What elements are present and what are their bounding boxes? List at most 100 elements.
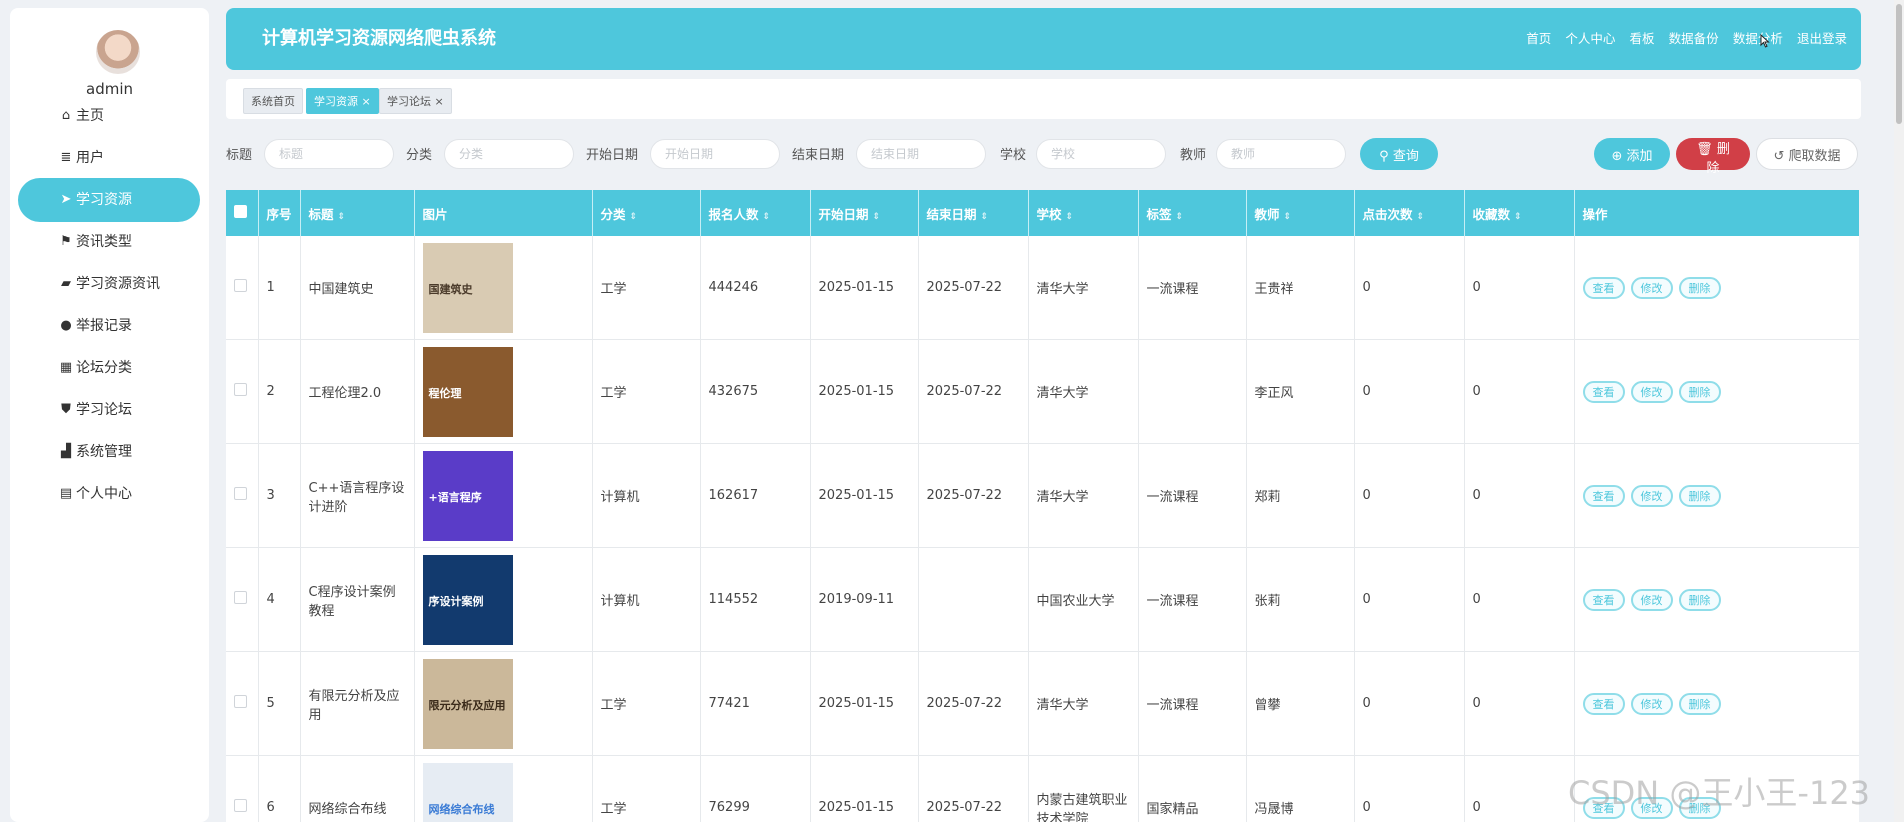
sidebar-item-8[interactable]: ▟ 系统管理 bbox=[18, 430, 200, 474]
course-thumbnail[interactable]: 限元分析及应用 bbox=[422, 658, 513, 749]
col-teacher[interactable]: 教师 ⇕ bbox=[1246, 190, 1355, 236]
row-checkbox[interactable] bbox=[226, 755, 259, 822]
sidebar-item-9[interactable]: ▤ 个人中心 bbox=[18, 472, 200, 516]
thumbnail-text: 限元分析及应用 bbox=[428, 698, 506, 712]
edit-button[interactable]: 修改 bbox=[1630, 692, 1673, 715]
row-checkbox[interactable] bbox=[226, 443, 259, 548]
view-button[interactable]: 查看 bbox=[1582, 380, 1625, 403]
edit-button[interactable]: 修改 bbox=[1630, 276, 1673, 299]
cell-image: +语言程序 bbox=[414, 443, 593, 548]
cell-no: 1 bbox=[258, 236, 301, 340]
tab-learning-forum[interactable]: 学习论坛 × bbox=[379, 88, 452, 114]
cell-school: 清华大学 bbox=[1028, 236, 1139, 340]
header: 计算机学习资源网络爬虫系统 首页 个人中心 看板 数据备份 数据分析 退出登录 bbox=[226, 8, 1861, 70]
course-thumbnail[interactable]: 序设计案例 bbox=[422, 554, 513, 645]
nav-profile[interactable]: 个人中心 bbox=[1565, 31, 1615, 46]
teacher-label: 教师 bbox=[1180, 148, 1207, 163]
nav-home[interactable]: 首页 bbox=[1526, 31, 1551, 46]
school-input[interactable] bbox=[1036, 139, 1166, 169]
delete-row-button[interactable]: 删除 bbox=[1678, 484, 1721, 507]
sidebar-item-3[interactable]: ⚑ 资讯类型 bbox=[18, 220, 200, 264]
cell-clicks: 0 bbox=[1354, 443, 1465, 548]
nav-logout[interactable]: 退出登录 bbox=[1797, 31, 1847, 46]
sidebar-item-6[interactable]: ▦ 论坛分类 bbox=[18, 346, 200, 390]
nav-analysis[interactable]: 数据分析 bbox=[1733, 31, 1783, 46]
cell-clicks: 0 bbox=[1354, 651, 1465, 756]
view-button[interactable]: 查看 bbox=[1582, 588, 1625, 611]
col-category[interactable]: 分类 ⇕ bbox=[592, 190, 701, 236]
col-end-date[interactable]: 结束日期 ⇕ bbox=[918, 190, 1029, 236]
course-thumbnail[interactable]: 程伦理 bbox=[422, 346, 513, 437]
cell-end-date: 2025-07-22 bbox=[918, 443, 1029, 548]
page-scrollbar[interactable] bbox=[1894, 0, 1904, 822]
teacher-input[interactable] bbox=[1216, 139, 1346, 169]
sidebar-item-2[interactable]: ➤ 学习资源 bbox=[18, 178, 200, 222]
row-checkbox[interactable] bbox=[226, 651, 259, 756]
delete-row-button[interactable]: 删除 bbox=[1678, 276, 1721, 299]
crawl-data-button[interactable]: ↺ 爬取数据 bbox=[1756, 138, 1858, 170]
sidebar-item-4[interactable]: ▰ 学习资源资讯 bbox=[18, 262, 200, 306]
sidebar-item-5[interactable]: ● 举报记录 bbox=[18, 304, 200, 348]
sidebar-item-7[interactable]: ⛊ 学习论坛 bbox=[18, 388, 200, 432]
search-button[interactable]: ⚲ 查询 bbox=[1360, 138, 1438, 170]
col-ops: 操作 bbox=[1574, 190, 1859, 236]
cell-category: 工学 bbox=[592, 236, 701, 340]
end-date-input[interactable] bbox=[856, 139, 986, 169]
edit-button[interactable]: 修改 bbox=[1630, 380, 1673, 403]
sidebar-item-0[interactable]: ⌂ 主页 bbox=[18, 94, 200, 138]
start-date-input[interactable] bbox=[650, 139, 780, 169]
edit-button[interactable]: 修改 bbox=[1630, 588, 1673, 611]
thumbnail-text: +语言程序 bbox=[428, 490, 482, 504]
sidebar-item-label: 举报记录 bbox=[76, 318, 132, 334]
cell-school: 清华大学 bbox=[1028, 651, 1139, 756]
col-title[interactable]: 标题 ⇕ bbox=[300, 190, 415, 236]
cell-enrolled: 76299 bbox=[700, 755, 811, 822]
delete-row-button[interactable]: 删除 bbox=[1678, 588, 1721, 611]
col-school[interactable]: 学校 ⇕ bbox=[1028, 190, 1139, 236]
course-thumbnail[interactable]: 国建筑史 bbox=[422, 242, 513, 333]
sidebar-item-1[interactable]: ≣ 用户 bbox=[18, 136, 200, 180]
sort-icon: ⇕ bbox=[762, 211, 771, 222]
delete-button[interactable]: 🗑 删除 bbox=[1676, 138, 1750, 176]
course-thumbnail[interactable]: 网络综合布线 bbox=[422, 762, 513, 822]
col-start-date[interactable]: 开始日期 ⇕ bbox=[810, 190, 919, 236]
tab-learning-resources[interactable]: 学习资源 × bbox=[306, 88, 379, 114]
search-icon: ⚲ bbox=[1379, 148, 1389, 164]
sort-icon: ⇕ bbox=[337, 211, 346, 222]
col-favs[interactable]: 收藏数 ⇕ bbox=[1464, 190, 1575, 236]
cell-clicks: 0 bbox=[1354, 547, 1465, 652]
cell-start-date: 2025-01-15 bbox=[810, 443, 919, 548]
cell-category: 工学 bbox=[592, 651, 701, 756]
nav-dashboard[interactable]: 看板 bbox=[1630, 31, 1655, 46]
tab-bar: 系统首页 学习资源 × 学习论坛 × bbox=[226, 79, 1861, 119]
delete-row-button[interactable]: 删除 bbox=[1678, 692, 1721, 715]
category-input[interactable] bbox=[444, 139, 574, 169]
top-nav: 首页 个人中心 看板 数据备份 数据分析 退出登录 bbox=[1516, 8, 1847, 71]
title-input[interactable] bbox=[264, 139, 394, 169]
view-button[interactable]: 查看 bbox=[1582, 484, 1625, 507]
view-button[interactable]: 查看 bbox=[1582, 276, 1625, 299]
cell-image: 限元分析及应用 bbox=[414, 651, 593, 756]
col-image: 图片 bbox=[414, 190, 593, 236]
select-all-checkbox[interactable] bbox=[226, 190, 259, 236]
tab-home[interactable]: 系统首页 bbox=[243, 88, 303, 114]
col-clicks[interactable]: 点击次数 ⇕ bbox=[1354, 190, 1465, 236]
cell-clicks: 0 bbox=[1354, 755, 1465, 822]
course-thumbnail[interactable]: +语言程序 bbox=[422, 450, 513, 541]
col-enrolled[interactable]: 报名人数 ⇕ bbox=[700, 190, 811, 236]
cell-teacher: 李正风 bbox=[1246, 339, 1355, 444]
delete-row-button[interactable]: 删除 bbox=[1678, 380, 1721, 403]
cell-title: 有限元分析及应用 bbox=[300, 651, 415, 756]
nav-backup[interactable]: 数据备份 bbox=[1669, 31, 1719, 46]
thumbnail-text: 程伦理 bbox=[428, 386, 462, 400]
row-checkbox[interactable] bbox=[226, 339, 259, 444]
edit-button[interactable]: 修改 bbox=[1630, 484, 1673, 507]
col-tag[interactable]: 标签 ⇕ bbox=[1138, 190, 1247, 236]
avatar[interactable] bbox=[96, 30, 140, 74]
sidebar-item-label: 资讯类型 bbox=[76, 234, 132, 250]
cell-tag: 一流课程 bbox=[1138, 651, 1247, 756]
view-button[interactable]: 查看 bbox=[1582, 692, 1625, 715]
row-checkbox[interactable] bbox=[226, 236, 259, 340]
row-checkbox[interactable] bbox=[226, 547, 259, 652]
add-button[interactable]: ⊕ 添加 bbox=[1594, 138, 1670, 170]
